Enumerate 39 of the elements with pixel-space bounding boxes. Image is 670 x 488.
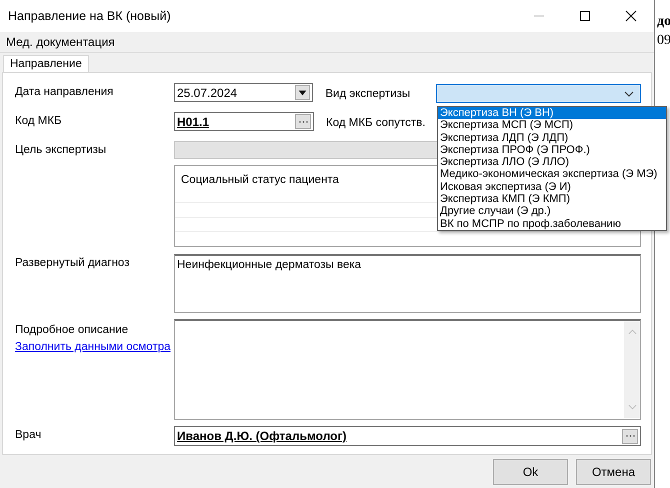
dropdown-option[interactable]: Экспертиза МСП (Э МСП) [438, 119, 666, 132]
scroll-down-icon[interactable] [628, 404, 636, 410]
ok-button[interactable]: Ok [493, 458, 568, 484]
fill-link[interactable]: Заполнить данными осмотра [15, 341, 174, 353]
dropdown-option[interactable]: Другие случаи (Э др.) [438, 205, 666, 218]
chevron-down-icon [624, 90, 634, 96]
field-label: Развернутый диагноз [15, 256, 130, 269]
dropdown-option[interactable]: Экспертиза ВН (Э ВН) [438, 107, 666, 120]
dropdown-option[interactable]: Исковая экспертиза (Э И) [438, 180, 666, 194]
diagnosis-field[interactable]: Неинфекционные дерматозы века [174, 254, 641, 313]
date-field[interactable]: 25.07.2024 [174, 83, 314, 102]
field-label: Врач [15, 428, 42, 441]
browse-button[interactable] [622, 428, 638, 444]
tab[interactable]: Направление [3, 55, 89, 72]
dropdown-icon[interactable] [295, 85, 310, 100]
doctor-field[interactable]: Иванов Д.Ю. (Офтальмолог) [174, 426, 641, 446]
browse-button[interactable] [295, 114, 311, 129]
scrollbar[interactable] [624, 321, 640, 418]
dropdown-option[interactable]: Экспертиза ПРОФ (Э ПРОФ.) [438, 144, 666, 156]
maximize-icon[interactable] [579, 10, 591, 22]
window-title: Направление на ВК (новый) [8, 9, 171, 23]
scroll-up-icon[interactable] [628, 329, 636, 335]
menu-item[interactable]: Мед. документация [6, 35, 115, 49]
field-label: Дата направления [15, 85, 114, 98]
close-icon[interactable] [625, 10, 637, 22]
expertise-combo[interactable] [436, 84, 641, 103]
field-label: Код МКБ [15, 114, 63, 127]
dropdown-option[interactable]: Экспертиза ЛЛО (Э ЛЛО) [438, 156, 666, 168]
dropdown-option[interactable]: Экспертиза КМП (Э КМП) [438, 193, 666, 206]
field-label: Код МКБ сопутств. [325, 116, 426, 129]
icd-field[interactable]: H01.1 [174, 112, 314, 131]
cancel-button[interactable]: Отмена [576, 458, 651, 484]
dropdown-option[interactable]: Медико-экономическая экспертиза (Э МЭ) [438, 168, 666, 181]
field-label: Цель экспертизы [15, 143, 108, 156]
dropdown-option[interactable]: Экспертиза ЛДП (Э ЛДП) [438, 132, 666, 144]
field-label: Подробное описание [15, 323, 130, 336]
description-field[interactable] [174, 319, 641, 420]
dropdown-option[interactable]: ВК по МСПР по проф.заболеванию [438, 218, 666, 230]
field-label: Вид экспертизы [324, 87, 412, 100]
